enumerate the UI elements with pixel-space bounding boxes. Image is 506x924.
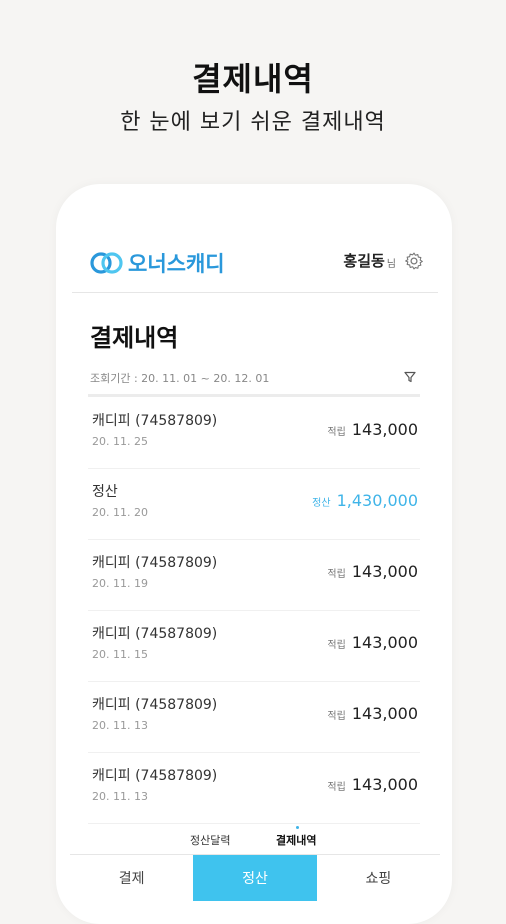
transaction-list: 캐디피 (74587809) 20. 11. 25 적립 143,000 정산 … xyxy=(88,398,420,824)
transaction-tag: 정산 xyxy=(312,498,331,509)
page-title: 결제내역 xyxy=(90,324,179,352)
period-filter-bar: 조회기간 : 20. 11. 01 ~ 20. 12. 01 xyxy=(88,364,420,397)
brand-logo[interactable]: 오너스캐디 xyxy=(90,248,225,278)
nav-settlement[interactable]: 정산 xyxy=(193,855,317,901)
transaction-amount-group: 적립 143,000 xyxy=(327,633,418,652)
transaction-name: 캐디피 (74587809) xyxy=(92,626,218,642)
promo-title: 결제내역 xyxy=(192,60,314,98)
transaction-name: 캐디피 (74587809) xyxy=(92,768,218,784)
transaction-tag: 적립 xyxy=(327,782,346,793)
user-name: 홍길동 xyxy=(343,252,385,270)
active-tab-indicator xyxy=(296,826,299,829)
transaction-tag: 적립 xyxy=(327,640,346,651)
transaction-amount-group: 적립 143,000 xyxy=(327,562,418,581)
transaction-amount-group: 적립 143,000 xyxy=(327,704,418,723)
transaction-date: 20. 11. 13 xyxy=(92,719,148,732)
transaction-date: 20. 11. 25 xyxy=(92,435,148,448)
user-suffix: 님 xyxy=(386,259,396,270)
transaction-name: 캐디피 (74587809) xyxy=(92,413,218,429)
bottom-nav: 결제 정산 쇼핑 xyxy=(70,854,440,901)
transaction-amount-group: 적립 143,000 xyxy=(327,420,418,439)
filter-icon[interactable] xyxy=(404,371,416,383)
logo-text: 오너스캐디 xyxy=(128,252,225,276)
transaction-date: 20. 11. 19 xyxy=(92,577,148,590)
transaction-name: 캐디피 (74587809) xyxy=(92,697,218,713)
nav-payment[interactable]: 결제 xyxy=(70,855,193,901)
transaction-tag: 적립 xyxy=(327,569,346,580)
transaction-amount: 1,430,000 xyxy=(336,491,418,510)
transaction-amount: 143,000 xyxy=(351,633,418,652)
transaction-date: 20. 11. 20 xyxy=(92,506,148,519)
transaction-row[interactable]: 캐디피 (74587809) 20. 11. 19 적립 143,000 xyxy=(88,540,420,611)
period-label: 조회기간 : 20. 11. 01 ~ 20. 12. 01 xyxy=(90,372,270,385)
transaction-row[interactable]: 캐디피 (74587809) 20. 11. 13 적립 143,000 xyxy=(88,682,420,753)
transaction-tag: 적립 xyxy=(327,711,346,722)
transaction-date: 20. 11. 15 xyxy=(92,648,148,661)
settlement-subtabs: 정산달력 결제내역 xyxy=(56,824,452,856)
logo-rings-icon xyxy=(90,252,123,274)
promo-subtitle: 한 눈에 보기 쉬운 결제내역 xyxy=(120,110,386,135)
transaction-row[interactable]: 정산 20. 11. 20 정산 1,430,000 xyxy=(88,469,420,540)
transaction-amount: 143,000 xyxy=(351,775,418,794)
transaction-amount: 143,000 xyxy=(351,562,418,581)
user-area: 홍길동 님 xyxy=(343,250,424,271)
transaction-row[interactable]: 캐디피 (74587809) 20. 11. 25 적립 143,000 xyxy=(88,398,420,469)
nav-shopping[interactable]: 쇼핑 xyxy=(317,855,440,901)
transaction-amount-group: 정산 1,430,000 xyxy=(312,491,418,510)
tab-payment-history[interactable]: 결제내역 xyxy=(276,832,316,848)
transaction-row[interactable]: 캐디피 (74587809) 20. 11. 13 적립 143,000 xyxy=(88,753,420,824)
transaction-name: 캐디피 (74587809) xyxy=(92,555,218,571)
transaction-amount: 143,000 xyxy=(351,420,418,439)
app-header: 오너스캐디 홍길동 님 xyxy=(72,226,438,293)
transaction-date: 20. 11. 13 xyxy=(92,790,148,803)
transaction-amount: 143,000 xyxy=(351,704,418,723)
transaction-amount-group: 적립 143,000 xyxy=(327,775,418,794)
transaction-name: 정산 xyxy=(92,484,118,500)
transaction-tag: 적립 xyxy=(327,427,346,438)
phone-screen: 오너스캐디 홍길동 님 결제내역 조회기간 : 20. 11. 01 ~ 20.… xyxy=(56,184,452,924)
tab-settlement-calendar[interactable]: 정산달력 xyxy=(190,832,230,848)
gear-icon[interactable] xyxy=(404,251,424,271)
transaction-row[interactable]: 캐디피 (74587809) 20. 11. 15 적립 143,000 xyxy=(88,611,420,682)
